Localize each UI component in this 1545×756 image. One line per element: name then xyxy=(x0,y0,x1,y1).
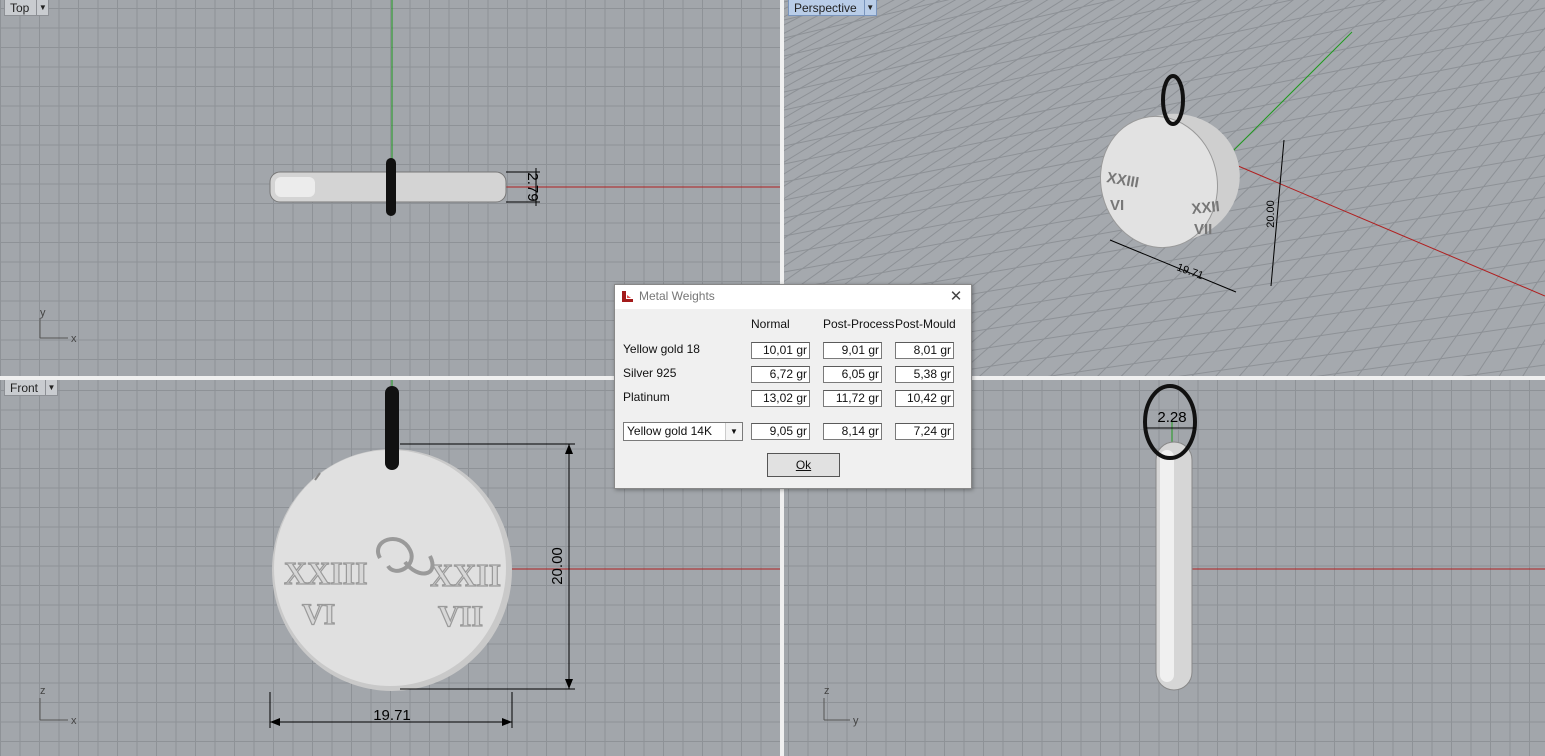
chevron-down-icon[interactable]: ▼ xyxy=(725,423,742,440)
metal-select-value: Yellow gold 14K xyxy=(627,424,712,438)
weight-field[interactable]: 8,01 gr xyxy=(895,342,954,359)
persp-text-left-bottom: VI xyxy=(1110,197,1124,214)
viewport-name[interactable]: Perspective xyxy=(788,0,865,16)
viewport-menu-arrow-icon[interactable]: ▼ xyxy=(46,380,59,396)
pendant-top-edge xyxy=(275,177,315,197)
viewport-label-perspective[interactable]: Perspective ▼ xyxy=(788,0,877,16)
axis-z-label: z xyxy=(824,685,830,697)
row-label-silver-925: Silver 925 xyxy=(623,366,677,380)
weight-field[interactable]: 8,14 gr xyxy=(823,423,882,440)
axis-x-label: x xyxy=(71,715,77,727)
pendant-side-highlight xyxy=(1160,450,1174,682)
viewport-label-front[interactable]: Front ▼ xyxy=(4,380,59,396)
persp-dim-width: 19.71 xyxy=(1175,262,1205,283)
weight-field[interactable]: 11,72 gr xyxy=(823,390,882,407)
viewport-name[interactable]: Top xyxy=(4,0,38,16)
weight-field[interactable]: 10,42 gr xyxy=(895,390,954,407)
weight-field[interactable]: 6,72 gr xyxy=(751,366,810,383)
viewport-label-top[interactable]: Top ▼ xyxy=(4,0,50,16)
dialog-title: Metal Weights xyxy=(639,289,715,303)
front-dim-width: 19.71 xyxy=(373,707,411,724)
axis-y-label: y xyxy=(853,715,859,727)
front-text-right-bottom: VII xyxy=(438,600,483,633)
front-text-left-top: XXIII xyxy=(284,555,368,591)
bail-ring-top xyxy=(386,158,396,216)
viewport-menu-arrow-icon[interactable]: ▼ xyxy=(864,0,877,16)
dialog-titlebar[interactable]: Metal Weights ✕ xyxy=(615,285,971,309)
top-dimension-text: 2.79 xyxy=(524,172,541,201)
axis-z-label: z xyxy=(40,685,46,697)
viewport-menu-arrow-icon[interactable]: ▼ xyxy=(37,0,50,16)
persp-text-right-bottom: VII xyxy=(1194,221,1212,238)
weight-field[interactable]: 10,01 gr xyxy=(751,342,810,359)
bail-ring-front xyxy=(385,386,399,470)
persp-dim-height: 20.00 xyxy=(1265,200,1277,228)
weight-field[interactable]: 6,05 gr xyxy=(823,366,882,383)
axis-x-label: x xyxy=(71,333,77,345)
weight-field[interactable]: 9,01 gr xyxy=(823,342,882,359)
metal-weights-dialog: Metal Weights ✕ Normal Post-Process Post… xyxy=(614,284,972,489)
metal-app-icon xyxy=(622,291,633,302)
column-header-post-mould: Post-Mould xyxy=(895,317,956,331)
row-label-platinum: Platinum xyxy=(623,390,670,404)
column-header-normal: Normal xyxy=(751,317,790,331)
persp-text-right-top: XXII xyxy=(1191,198,1221,218)
front-text-left-bottom: VI xyxy=(302,598,335,631)
metal-select-dropdown[interactable]: Yellow gold 14K ▼ xyxy=(623,422,743,441)
axis-y-label: y xyxy=(40,307,46,319)
ok-button[interactable]: Ok xyxy=(767,453,840,477)
right-dimension-text: 2.28 xyxy=(1157,409,1186,426)
column-header-post-process: Post-Process xyxy=(823,317,895,331)
row-label-yellow-gold-18: Yellow gold 18 xyxy=(623,342,700,356)
front-dim-height: 20.00 xyxy=(549,547,566,585)
weight-field[interactable]: 9,05 gr xyxy=(751,423,810,440)
weight-field[interactable]: 7,24 gr xyxy=(895,423,954,440)
weight-field[interactable]: 13,02 gr xyxy=(751,390,810,407)
weight-field[interactable]: 5,38 gr xyxy=(895,366,954,383)
close-icon[interactable]: ✕ xyxy=(947,288,965,306)
viewport-name[interactable]: Front xyxy=(4,380,47,396)
front-text-right-top: XXII xyxy=(430,557,501,593)
